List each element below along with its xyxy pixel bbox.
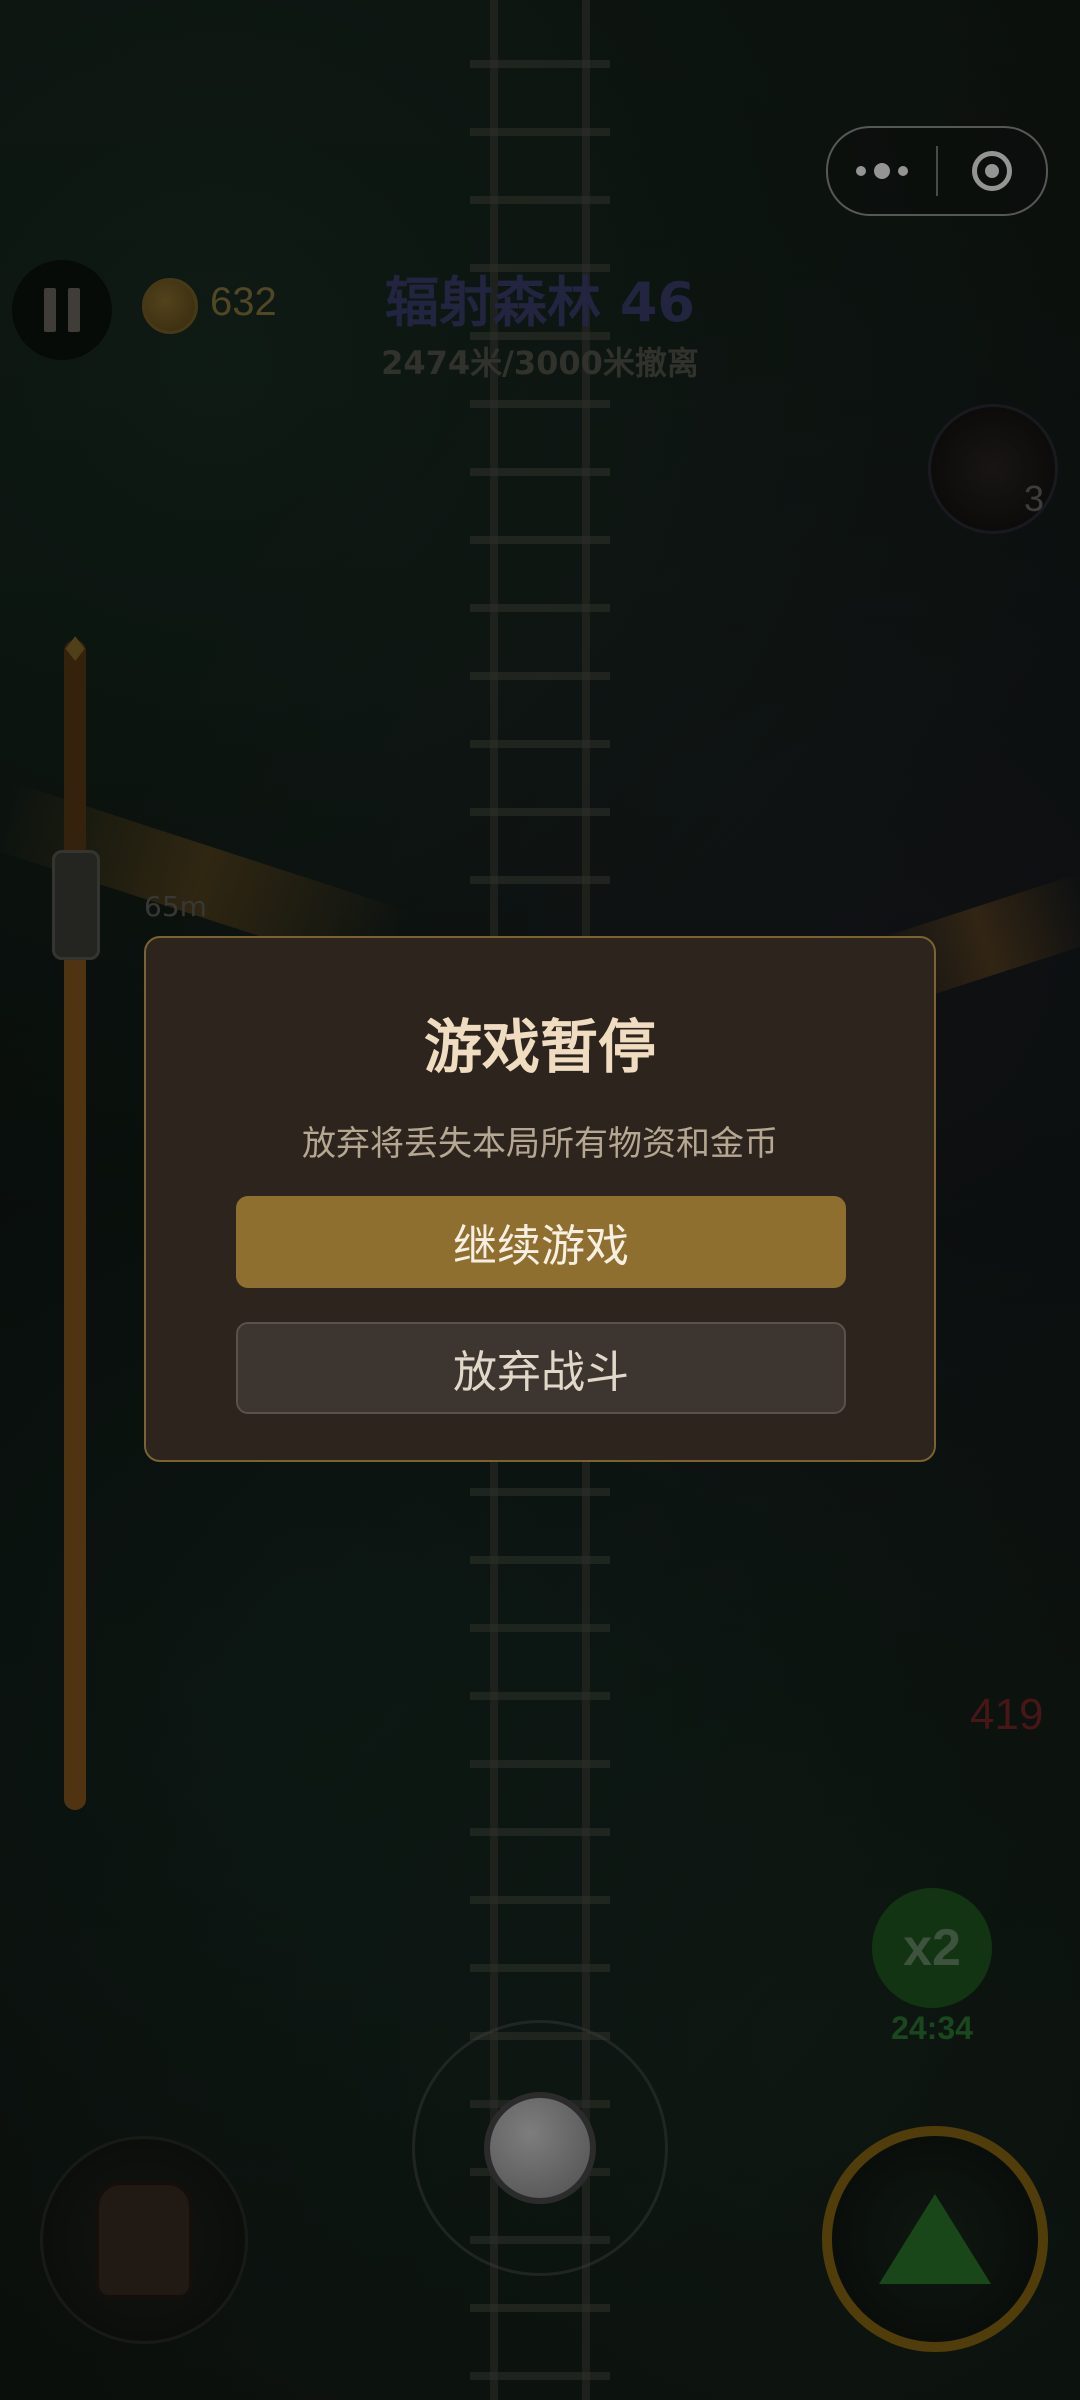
dialog-warning-text: 放弃将丢失本局所有物资和金币 bbox=[302, 1124, 778, 1164]
dialog-title: 游戏暂停 bbox=[423, 1013, 656, 1081]
continue-game-button[interactable]: 继续游戏 bbox=[236, 1196, 846, 1288]
quit-battle-button[interactable]: 放弃战斗 bbox=[236, 1322, 846, 1414]
pause-dialog: 游戏暂停 放弃将丢失本局所有物资和金币 继续游戏 放弃战斗 bbox=[144, 936, 936, 1462]
